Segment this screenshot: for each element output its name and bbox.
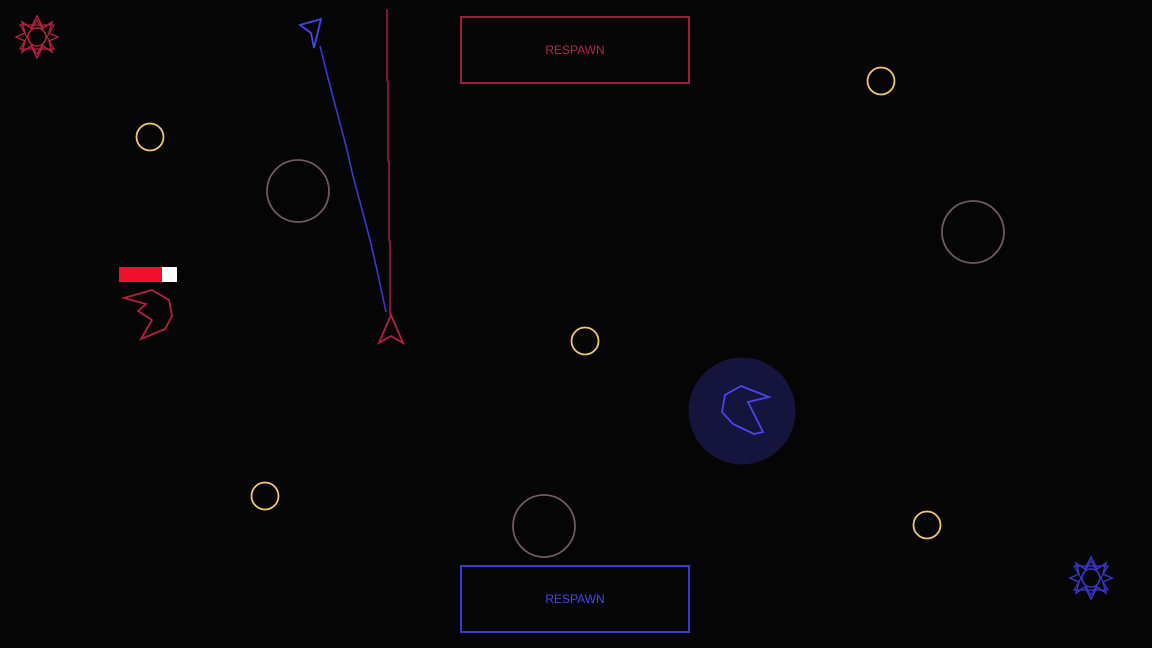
red-ship-arrowhead-icon (377, 312, 405, 346)
coin-ring-icon (912, 510, 942, 540)
coin-ring-icon (570, 326, 600, 356)
red-respawn-button[interactable]: RESPAWN (460, 16, 690, 84)
red-ship-trail (386, 9, 391, 315)
health-bar-fill (119, 267, 162, 282)
coin-ring-icon (250, 481, 280, 511)
coin-ring-icon (135, 122, 165, 152)
game-stage: RESPAWN RESPAWN (0, 0, 1152, 648)
playfield (14, 9, 1114, 601)
blue-ship-arrowhead-icon (297, 17, 323, 49)
blue-ship-trail (319, 45, 387, 313)
blue-respawn-button[interactable]: RESPAWN (460, 565, 690, 633)
blue-player-shield (688, 357, 796, 465)
coin-ring-icon (866, 66, 896, 96)
red-respawn-label: RESPAWN (545, 43, 605, 57)
asteroid (266, 159, 330, 223)
blue-base-star-icon (1068, 555, 1114, 601)
asteroid (512, 494, 576, 558)
red-player-avatar (120, 289, 173, 341)
red-player-health-bar (119, 267, 177, 282)
asteroid (941, 200, 1005, 264)
blue-respawn-label: RESPAWN (545, 592, 605, 606)
red-base-star-icon (14, 14, 60, 60)
